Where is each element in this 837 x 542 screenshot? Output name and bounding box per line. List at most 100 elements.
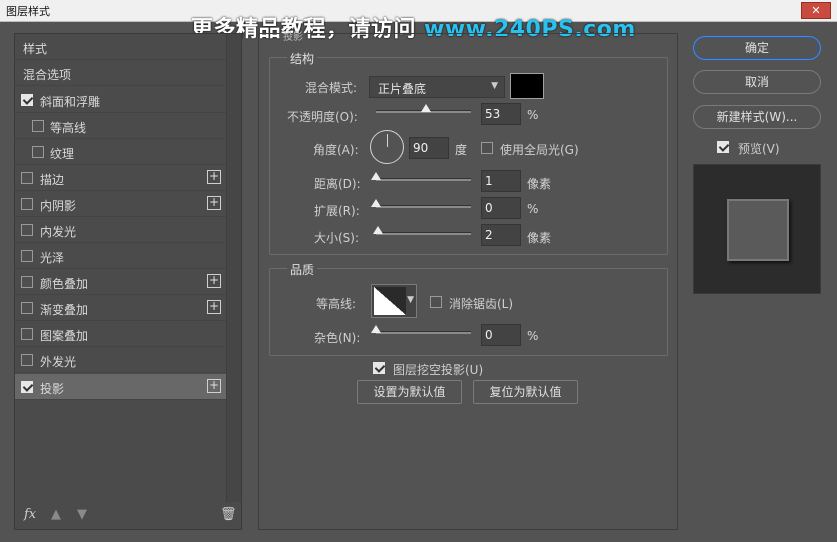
angle-unit: 度 <box>455 143 468 157</box>
structure-title: 结构 <box>287 50 318 67</box>
noise-label: 杂色(N): <box>314 331 361 345</box>
sidebar-item[interactable]: 内发光 <box>15 217 226 243</box>
preview-label: 预览(V) <box>738 142 780 156</box>
distance-label: 距离(D): <box>314 177 361 191</box>
add-effect-icon[interactable]: + <box>207 196 221 210</box>
spread-unit: % <box>527 202 539 216</box>
arrow-down-icon[interactable]: ▼ <box>77 507 87 522</box>
add-effect-icon[interactable]: + <box>207 300 221 314</box>
fx-icon[interactable]: fx <box>24 507 36 522</box>
antialias-checkbox[interactable] <box>430 296 442 308</box>
sidebar-item-checkbox[interactable] <box>21 224 33 236</box>
add-effect-icon[interactable]: + <box>207 379 221 393</box>
sidebar-item[interactable]: 斜面和浮雕 <box>15 87 226 113</box>
chevron-down-icon: ▼ <box>491 81 498 91</box>
sidebar-item[interactable]: 纹理 <box>15 139 226 165</box>
sidebar-item-label: 外发光 <box>40 355 77 369</box>
knockout-checkbox[interactable] <box>373 362 385 374</box>
sidebar-item-checkbox[interactable] <box>21 94 33 106</box>
sidebar-item[interactable]: 投影 + <box>15 374 226 400</box>
blend-mode-value: 正片叠底 <box>378 82 427 96</box>
distance-input[interactable]: 1 <box>481 170 521 192</box>
opacity-unit: % <box>527 108 539 122</box>
global-light-checkbox[interactable] <box>481 142 493 154</box>
size-slider-thumb[interactable] <box>373 226 383 234</box>
sidebar-item[interactable]: 样式 <box>15 34 226 60</box>
global-light-label: 使用全局光(G) <box>500 143 579 157</box>
sidebar-item-label: 纹理 <box>50 147 75 161</box>
angle-dial[interactable] <box>370 130 404 164</box>
spread-input[interactable]: 0 <box>481 197 521 219</box>
spread-slider-thumb[interactable] <box>371 199 381 207</box>
sidebar-item-checkbox[interactable] <box>21 354 33 366</box>
contour-label: 等高线: <box>316 297 357 311</box>
sidebar-item-label: 样式 <box>23 42 48 56</box>
add-effect-icon[interactable]: + <box>207 274 221 288</box>
size-slider[interactable] <box>373 226 471 235</box>
opacity-slider[interactable] <box>376 104 471 113</box>
reset-default-button[interactable]: 复位为默认值 <box>473 380 578 404</box>
sidebar-item-checkbox[interactable] <box>21 198 33 210</box>
knockout-label: 图层挖空投影(U) <box>393 363 484 377</box>
noise-input[interactable]: 0 <box>481 324 521 346</box>
spread-slider[interactable] <box>371 199 471 208</box>
opacity-label: 不透明度(O): <box>287 110 358 124</box>
sidebar-item[interactable]: 混合选项 <box>15 60 226 86</box>
noise-slider-thumb[interactable] <box>371 325 381 333</box>
distance-slider-thumb[interactable] <box>371 172 381 180</box>
panel-section-label: 投影 <box>280 33 306 43</box>
sidebar-item[interactable]: 等高线 <box>15 113 226 139</box>
size-label: 大小(S): <box>314 231 360 245</box>
opacity-input[interactable]: 53 <box>481 103 521 125</box>
sidebar-item[interactable]: 光泽 <box>15 243 226 269</box>
sidebar-item-label: 光泽 <box>40 251 65 265</box>
distance-slider[interactable] <box>371 172 471 181</box>
quality-title: 品质 <box>287 261 318 278</box>
size-input[interactable]: 2 <box>481 224 521 246</box>
set-default-button[interactable]: 设置为默认值 <box>357 380 462 404</box>
contour-picker[interactable]: ▼ <box>371 284 417 318</box>
shadow-color-swatch[interactable] <box>510 73 544 99</box>
sidebar-item-checkbox[interactable] <box>21 172 33 184</box>
sidebar-item-checkbox[interactable] <box>21 302 33 314</box>
window-title: 图层样式 <box>6 5 50 18</box>
sidebar-item-checkbox[interactable] <box>21 276 33 288</box>
sidebar-item-label: 渐变叠加 <box>40 303 89 317</box>
size-unit: 像素 <box>527 231 552 245</box>
sidebar-item-label: 描边 <box>40 173 65 187</box>
sidebar-item[interactable]: 内阴影 + <box>15 191 226 217</box>
sidebar-item[interactable]: 图案叠加 <box>15 321 226 347</box>
blend-mode-select[interactable]: 正片叠底 ▼ <box>369 76 505 98</box>
sidebar-item-checkbox[interactable] <box>21 328 33 340</box>
sidebar-item[interactable]: 描边 + <box>15 165 226 191</box>
sidebar-item-label: 等高线 <box>50 121 87 135</box>
opacity-slider-thumb[interactable] <box>421 104 432 112</box>
preview-swatch <box>727 199 789 261</box>
spread-label: 扩展(R): <box>314 204 360 218</box>
close-icon[interactable]: ✕ <box>801 2 831 19</box>
style-preview <box>693 164 821 294</box>
sidebar-item-label: 图案叠加 <box>40 329 89 343</box>
style-list-scrollbar[interactable] <box>226 34 241 502</box>
sidebar-item-label: 斜面和浮雕 <box>40 95 101 109</box>
arrow-up-icon[interactable]: ▲ <box>51 507 61 522</box>
sidebar-item[interactable]: 颜色叠加 + <box>15 269 226 295</box>
trash-icon[interactable]: 🗑 <box>220 507 237 522</box>
sidebar-item-label: 颜色叠加 <box>40 277 89 291</box>
sidebar-item-checkbox[interactable] <box>32 146 44 158</box>
style-list-footer: fx ▲ ▼ 🗑 <box>15 501 241 529</box>
sidebar-item[interactable]: 外发光 <box>15 347 226 373</box>
blend-mode-label: 混合模式: <box>305 81 358 95</box>
preview-checkbox[interactable] <box>717 141 729 153</box>
add-effect-icon[interactable]: + <box>207 170 221 184</box>
angle-input[interactable]: 90 <box>409 137 449 159</box>
sidebar-item-checkbox[interactable] <box>21 381 33 393</box>
sidebar-item-checkbox[interactable] <box>32 120 44 132</box>
ok-button[interactable]: 确定 <box>693 36 821 60</box>
sidebar-item[interactable]: 渐变叠加 + <box>15 295 226 321</box>
noise-slider[interactable] <box>371 325 471 334</box>
sidebar-item-checkbox[interactable] <box>21 250 33 262</box>
cancel-button[interactable]: 取消 <box>693 70 821 94</box>
angle-label: 角度(A): <box>313 143 359 157</box>
new-style-button[interactable]: 新建样式(W)... <box>693 105 821 129</box>
